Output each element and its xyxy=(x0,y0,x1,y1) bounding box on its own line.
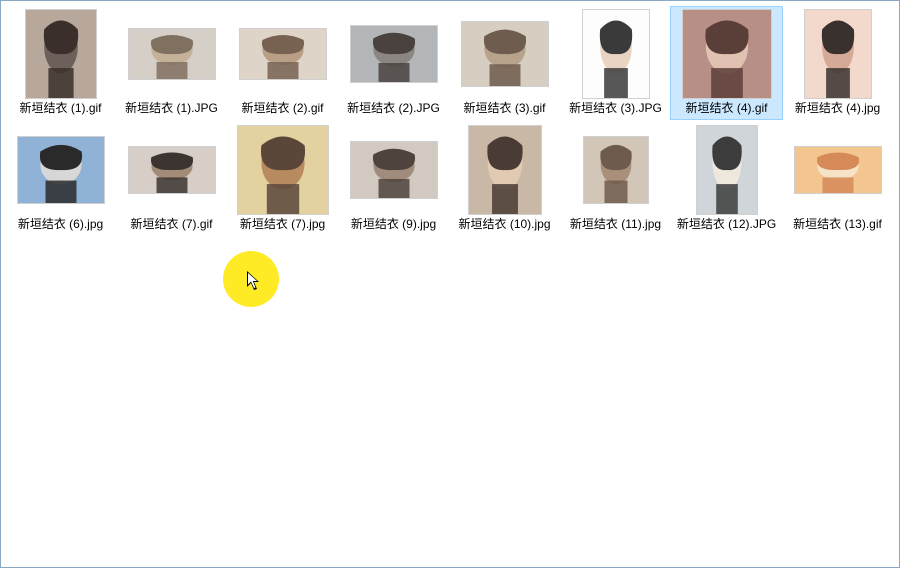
file-thumbnail[interactable] xyxy=(455,9,555,99)
file-item[interactable]: 新垣结衣 (9).jpg xyxy=(338,123,449,235)
file-thumbnail[interactable] xyxy=(677,9,777,99)
file-thumbnail[interactable] xyxy=(566,9,666,99)
file-item[interactable]: 新垣结衣 (12).JPG xyxy=(671,123,782,235)
file-name-label[interactable]: 新垣结衣 (10).jpg xyxy=(451,215,559,233)
file-grid[interactable]: 新垣结衣 (1).gif新垣结衣 (1).JPG新垣结衣 (2).gif新垣结衣… xyxy=(5,7,895,239)
file-item[interactable]: 新垣结衣 (2).JPG xyxy=(338,7,449,119)
file-item[interactable]: 新垣结衣 (13).gif xyxy=(782,123,893,235)
file-name-label[interactable]: 新垣结衣 (3).JPG xyxy=(562,99,670,117)
cursor-icon xyxy=(247,271,263,296)
file-item[interactable]: 新垣结衣 (2).gif xyxy=(227,7,338,119)
file-thumbnail[interactable] xyxy=(788,125,888,215)
file-thumbnail[interactable] xyxy=(566,125,666,215)
file-thumbnail[interactable] xyxy=(677,125,777,215)
file-thumbnail[interactable] xyxy=(233,125,333,215)
file-item[interactable]: 新垣结衣 (4).gif xyxy=(671,7,782,119)
file-thumbnail[interactable] xyxy=(233,9,333,99)
file-name-label[interactable]: 新垣结衣 (4).jpg xyxy=(784,99,892,117)
file-thumbnail[interactable] xyxy=(788,9,888,99)
file-name-label[interactable]: 新垣结衣 (7).jpg xyxy=(229,215,337,233)
file-name-label[interactable]: 新垣结衣 (1).JPG xyxy=(118,99,226,117)
file-name-label[interactable]: 新垣结衣 (6).jpg xyxy=(7,215,115,233)
file-item[interactable]: 新垣结衣 (1).JPG xyxy=(116,7,227,119)
file-thumbnail[interactable] xyxy=(122,9,222,99)
file-item[interactable]: 新垣结衣 (10).jpg xyxy=(449,123,560,235)
file-thumbnail[interactable] xyxy=(344,125,444,215)
file-name-label[interactable]: 新垣结衣 (9).jpg xyxy=(340,215,448,233)
file-name-label[interactable]: 新垣结衣 (4).gif xyxy=(673,99,781,117)
file-thumbnail[interactable] xyxy=(455,125,555,215)
file-name-label[interactable]: 新垣结衣 (1).gif xyxy=(7,99,115,117)
file-thumbnail[interactable] xyxy=(11,9,111,99)
file-thumbnail[interactable] xyxy=(11,125,111,215)
cursor-highlight xyxy=(223,251,279,307)
file-name-label[interactable]: 新垣结衣 (12).JPG xyxy=(673,215,781,233)
file-item[interactable]: 新垣结衣 (6).jpg xyxy=(5,123,116,235)
file-name-label[interactable]: 新垣结衣 (2).gif xyxy=(229,99,337,117)
file-item[interactable]: 新垣结衣 (11).jpg xyxy=(560,123,671,235)
file-item[interactable]: 新垣结衣 (7).jpg xyxy=(227,123,338,235)
file-thumbnail[interactable] xyxy=(344,9,444,99)
file-name-label[interactable]: 新垣结衣 (2).JPG xyxy=(340,99,448,117)
file-name-label[interactable]: 新垣结衣 (7).gif xyxy=(118,215,226,233)
file-item[interactable]: 新垣结衣 (3).gif xyxy=(449,7,560,119)
file-thumbnail[interactable] xyxy=(122,125,222,215)
file-item[interactable]: 新垣结衣 (4).jpg xyxy=(782,7,893,119)
file-name-label[interactable]: 新垣结衣 (11).jpg xyxy=(562,215,670,233)
file-item[interactable]: 新垣结衣 (3).JPG xyxy=(560,7,671,119)
file-item[interactable]: 新垣结衣 (7).gif xyxy=(116,123,227,235)
file-name-label[interactable]: 新垣结衣 (13).gif xyxy=(784,215,892,233)
file-name-label[interactable]: 新垣结衣 (3).gif xyxy=(451,99,559,117)
file-explorer-pane[interactable]: 新垣结衣 (1).gif新垣结衣 (1).JPG新垣结衣 (2).gif新垣结衣… xyxy=(0,0,900,568)
file-item[interactable]: 新垣结衣 (1).gif xyxy=(5,7,116,119)
